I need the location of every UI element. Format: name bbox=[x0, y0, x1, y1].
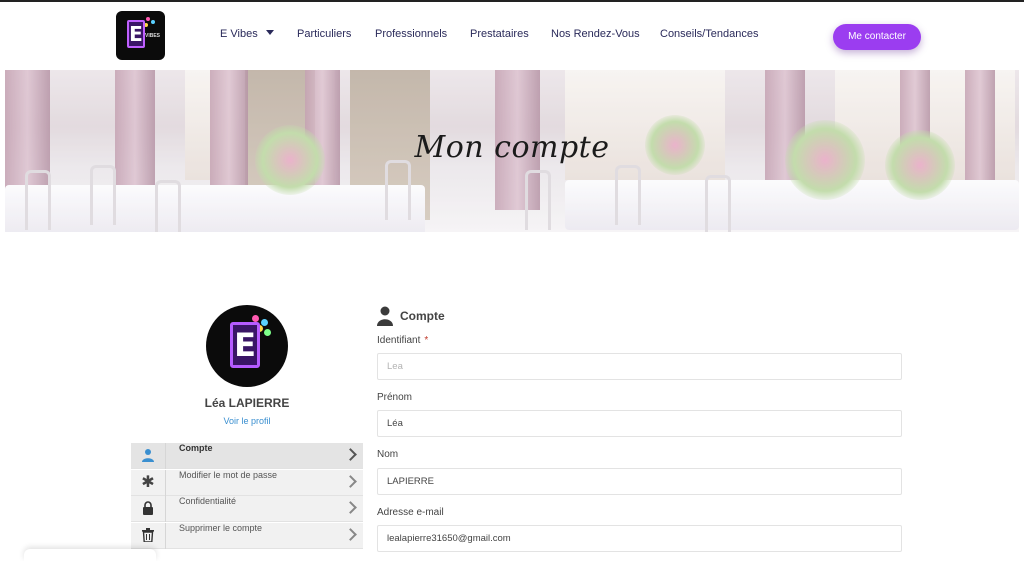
user-icon bbox=[131, 443, 166, 469]
avatar[interactable]: E bbox=[206, 305, 288, 387]
menu-item-label: Compte bbox=[179, 443, 213, 453]
username-field[interactable]: Lea bbox=[377, 353, 902, 380]
first-name-field[interactable]: Léa bbox=[377, 410, 902, 437]
contact-button[interactable]: Me contacter bbox=[833, 24, 921, 50]
menu-item-modifier-mot-de-passe[interactable]: ✱ Modifier le mot de passe bbox=[131, 469, 363, 496]
nav-item-particuliers[interactable]: Particuliers bbox=[297, 28, 351, 40]
site-logo[interactable]: E VIBES bbox=[116, 11, 165, 60]
profile-name: Léa LAPIERRE bbox=[204, 396, 290, 410]
lock-icon bbox=[131, 496, 166, 522]
email-field[interactable]: lealapierre31650@gmail.com bbox=[377, 525, 902, 552]
logo-letter-icon: E bbox=[127, 20, 145, 48]
menu-item-label: Supprimer le compte bbox=[179, 522, 263, 533]
field-label-email: Adresse e-mail bbox=[377, 507, 444, 518]
logo-wordmark: VIBES bbox=[145, 33, 161, 39]
logo-dot bbox=[146, 17, 150, 21]
view-profile-link[interactable]: Voir le profil bbox=[131, 416, 363, 426]
chevron-right-icon bbox=[344, 448, 357, 461]
avatar-dot bbox=[264, 329, 271, 336]
avatar-dot bbox=[252, 315, 259, 322]
menu-item-label: Modifier le mot de passe bbox=[179, 469, 278, 480]
menu-item-label: Confidentialité bbox=[179, 496, 237, 506]
trash-icon bbox=[131, 522, 166, 549]
field-label-nom: Nom bbox=[377, 449, 399, 460]
hero-banner: Mon compte bbox=[5, 70, 1019, 232]
menu-item-compte[interactable]: Compte bbox=[131, 443, 363, 469]
asterisk-icon: ✱ bbox=[131, 469, 166, 496]
chevron-down-icon bbox=[265, 30, 274, 35]
chevron-right-icon bbox=[344, 527, 357, 541]
avatar-dot bbox=[261, 319, 268, 326]
site-header: E VIBES E Vibes Particuliers Professionn… bbox=[0, 2, 1024, 70]
last-name-field[interactable]: LAPIERRE bbox=[377, 468, 902, 495]
page-title: Mon compte bbox=[414, 130, 610, 165]
nav-item-prestataires[interactable]: Prestataires bbox=[470, 28, 529, 40]
chevron-right-icon bbox=[344, 474, 357, 488]
avatar-letter-icon: E bbox=[230, 322, 260, 368]
logo-dot bbox=[151, 20, 155, 24]
field-label-prenom: Prénom bbox=[377, 392, 413, 403]
floating-widget-edge bbox=[24, 549, 156, 561]
user-icon bbox=[377, 306, 393, 326]
menu-item-confidentialite[interactable]: Confidentialité bbox=[131, 496, 363, 522]
menu-item-supprimer-compte[interactable]: Supprimer le compte bbox=[131, 522, 363, 549]
account-menu: Compte ✱ Modifier le mot de passe Confid… bbox=[131, 443, 363, 549]
nav-item-e-vibes[interactable]: E Vibes bbox=[220, 28, 274, 40]
nav-item-conseils-tendances[interactable]: Conseils/Tendances bbox=[660, 28, 758, 40]
required-marker: * bbox=[424, 335, 429, 346]
nav-item-professionnels[interactable]: Professionnels bbox=[375, 28, 447, 40]
chevron-right-icon bbox=[344, 501, 357, 514]
nav-item-nos-rendez-vous[interactable]: Nos Rendez-Vous bbox=[551, 28, 640, 40]
field-label-identifiant: Identifiant * bbox=[377, 335, 429, 346]
section-title: Compte bbox=[400, 309, 445, 323]
